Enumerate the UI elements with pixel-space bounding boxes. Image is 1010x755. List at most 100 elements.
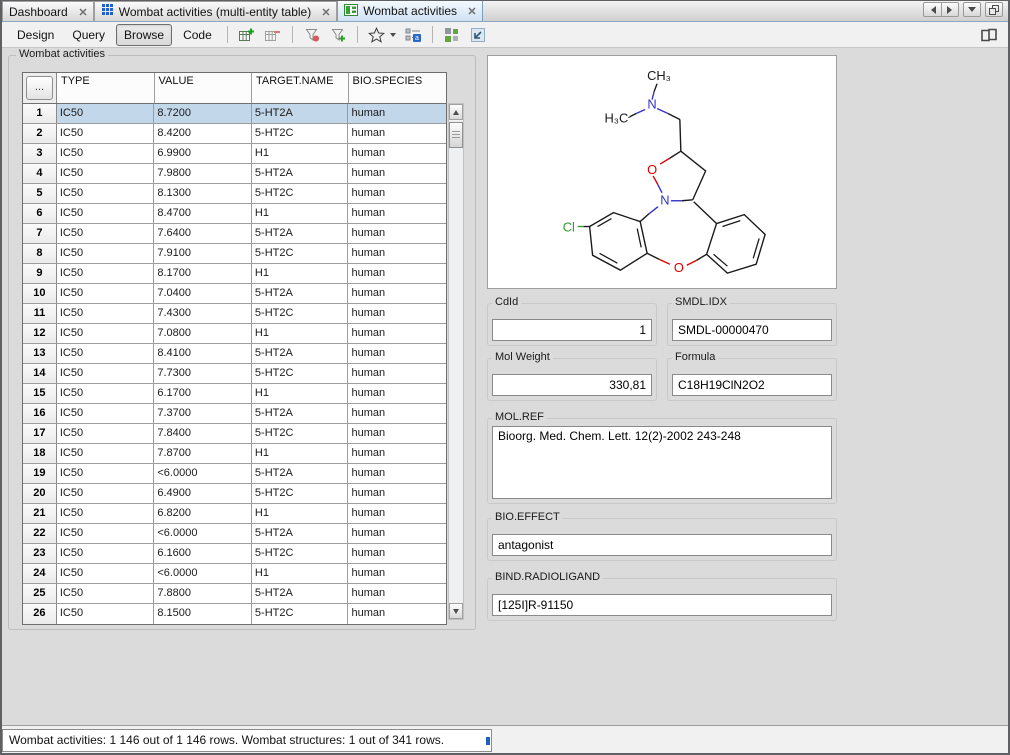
cell-species[interactable]: human [348, 584, 446, 603]
cell-type[interactable]: IC50 [57, 384, 155, 403]
cell-type[interactable]: IC50 [57, 424, 155, 443]
cell-target[interactable]: 5-HT2C [252, 544, 349, 563]
cell-target[interactable]: 5-HT2A [252, 464, 349, 483]
row-number[interactable]: 23 [23, 544, 57, 563]
cell-species[interactable]: human [348, 164, 446, 183]
scrollbar-thumb[interactable] [449, 122, 463, 148]
scroll-down-button[interactable] [449, 603, 463, 619]
code-button[interactable]: Code [176, 25, 219, 45]
cell-type[interactable]: IC50 [57, 484, 155, 503]
cell-target[interactable]: 5-HT2A [252, 344, 349, 363]
tab-dashboard[interactable]: Dashboard [2, 1, 94, 21]
cell-value[interactable]: 7.9800 [154, 164, 252, 183]
cell-species[interactable]: human [348, 324, 446, 343]
row-number[interactable]: 15 [23, 384, 57, 403]
table-row[interactable]: 9 IC50 8.1700 H1 human [23, 264, 446, 284]
table-row[interactable]: 12 IC50 7.0800 H1 human [23, 324, 446, 344]
cell-type[interactable]: IC50 [57, 284, 155, 303]
cell-species[interactable]: human [348, 224, 446, 243]
cell-value[interactable]: 7.3700 [154, 404, 252, 423]
mol-weight-input[interactable] [492, 374, 652, 396]
cell-target[interactable]: H1 [252, 384, 349, 403]
cell-target[interactable]: 5-HT2C [252, 304, 349, 323]
cell-type[interactable]: IC50 [57, 164, 155, 183]
cell-species[interactable]: human [348, 244, 446, 263]
cell-type[interactable]: IC50 [57, 404, 155, 423]
cell-species[interactable]: human [348, 404, 446, 423]
cell-value[interactable]: 6.4900 [154, 484, 252, 503]
cell-value[interactable]: <6.0000 [154, 564, 252, 583]
table-row[interactable]: 19 IC50 <6.0000 5-HT2A human [23, 464, 446, 484]
cell-target[interactable]: H1 [252, 204, 349, 223]
tab-list-button[interactable] [963, 2, 981, 17]
row-number[interactable]: 19 [23, 464, 57, 483]
favorites-button[interactable] [366, 24, 388, 46]
cell-type[interactable]: IC50 [57, 144, 155, 163]
column-options-button[interactable]: ... [26, 76, 53, 100]
table-row[interactable]: 20 IC50 6.4900 5-HT2C human [23, 484, 446, 504]
table-row[interactable]: 2 IC50 8.4200 5-HT2C human [23, 124, 446, 144]
column-header-value[interactable]: VALUE [155, 73, 253, 103]
next-tab-button[interactable] [941, 2, 959, 17]
cell-species[interactable]: human [348, 204, 446, 223]
cell-target[interactable]: H1 [252, 564, 349, 583]
cell-value[interactable]: 7.8400 [154, 424, 252, 443]
cell-species[interactable]: human [348, 524, 446, 543]
cell-target[interactable]: 5-HT2A [252, 164, 349, 183]
close-icon[interactable] [468, 7, 476, 15]
table-row[interactable]: 10 IC50 7.0400 5-HT2A human [23, 284, 446, 304]
cell-species[interactable]: human [348, 364, 446, 383]
table-row[interactable]: 6 IC50 8.4700 H1 human [23, 204, 446, 224]
previous-tab-button[interactable] [923, 2, 941, 17]
row-number[interactable]: 8 [23, 244, 57, 263]
cell-target[interactable]: 5-HT2A [252, 224, 349, 243]
table-row[interactable]: 25 IC50 7.8800 5-HT2A human [23, 584, 446, 604]
cell-value[interactable]: 7.8700 [154, 444, 252, 463]
cell-type[interactable]: IC50 [57, 524, 155, 543]
table-row[interactable]: 8 IC50 7.9100 5-HT2C human [23, 244, 446, 264]
close-icon[interactable] [322, 8, 330, 16]
cell-value[interactable]: 7.7300 [154, 364, 252, 383]
cell-target[interactable]: 5-HT2C [252, 184, 349, 203]
cell-target[interactable]: 5-HT2C [252, 364, 349, 383]
table-row[interactable]: 7 IC50 7.6400 5-HT2A human [23, 224, 446, 244]
cell-target[interactable]: 5-HT2A [252, 284, 349, 303]
cell-value[interactable]: 6.8200 [154, 504, 252, 523]
cell-species[interactable]: human [348, 104, 446, 123]
cell-target[interactable]: 5-HT2C [252, 124, 349, 143]
row-number[interactable]: 14 [23, 364, 57, 383]
tab-multi-entity-table[interactable]: Wombat activities (multi-entity table) [94, 1, 338, 21]
fields-button[interactable]: a [402, 24, 424, 46]
row-number[interactable]: 20 [23, 484, 57, 503]
cell-type[interactable]: IC50 [57, 504, 155, 523]
cell-value[interactable]: 8.1300 [154, 184, 252, 203]
row-number[interactable]: 6 [23, 204, 57, 223]
cell-value[interactable]: 7.6400 [154, 224, 252, 243]
row-number[interactable]: 13 [23, 344, 57, 363]
row-number[interactable]: 4 [23, 164, 57, 183]
add-entity-button[interactable] [236, 24, 258, 46]
table-row[interactable]: 21 IC50 6.8200 H1 human [23, 504, 446, 524]
row-number[interactable]: 12 [23, 324, 57, 343]
cell-species[interactable]: human [348, 544, 446, 563]
row-number[interactable]: 10 [23, 284, 57, 303]
cell-species[interactable]: human [348, 424, 446, 443]
table-row[interactable]: 3 IC50 6.9900 H1 human [23, 144, 446, 164]
table-row[interactable]: 26 IC50 8.1500 5-HT2C human [23, 604, 446, 624]
cell-type[interactable]: IC50 [57, 244, 155, 263]
cell-type[interactable]: IC50 [57, 464, 155, 483]
table-row[interactable]: 17 IC50 7.8400 5-HT2C human [23, 424, 446, 444]
row-number[interactable]: 16 [23, 404, 57, 423]
cell-target[interactable]: 5-HT2A [252, 584, 349, 603]
cell-type[interactable]: IC50 [57, 104, 155, 123]
cell-target[interactable]: H1 [252, 444, 349, 463]
cell-target[interactable]: H1 [252, 504, 349, 523]
table-row[interactable]: 24 IC50 <6.0000 H1 human [23, 564, 446, 584]
row-number[interactable]: 26 [23, 604, 57, 624]
filter-button[interactable] [301, 24, 323, 46]
cell-species[interactable]: human [348, 264, 446, 283]
cell-value[interactable]: 6.9900 [154, 144, 252, 163]
cell-species[interactable]: human [348, 144, 446, 163]
table-row[interactable]: 15 IC50 6.1700 H1 human [23, 384, 446, 404]
row-number[interactable]: 3 [23, 144, 57, 163]
